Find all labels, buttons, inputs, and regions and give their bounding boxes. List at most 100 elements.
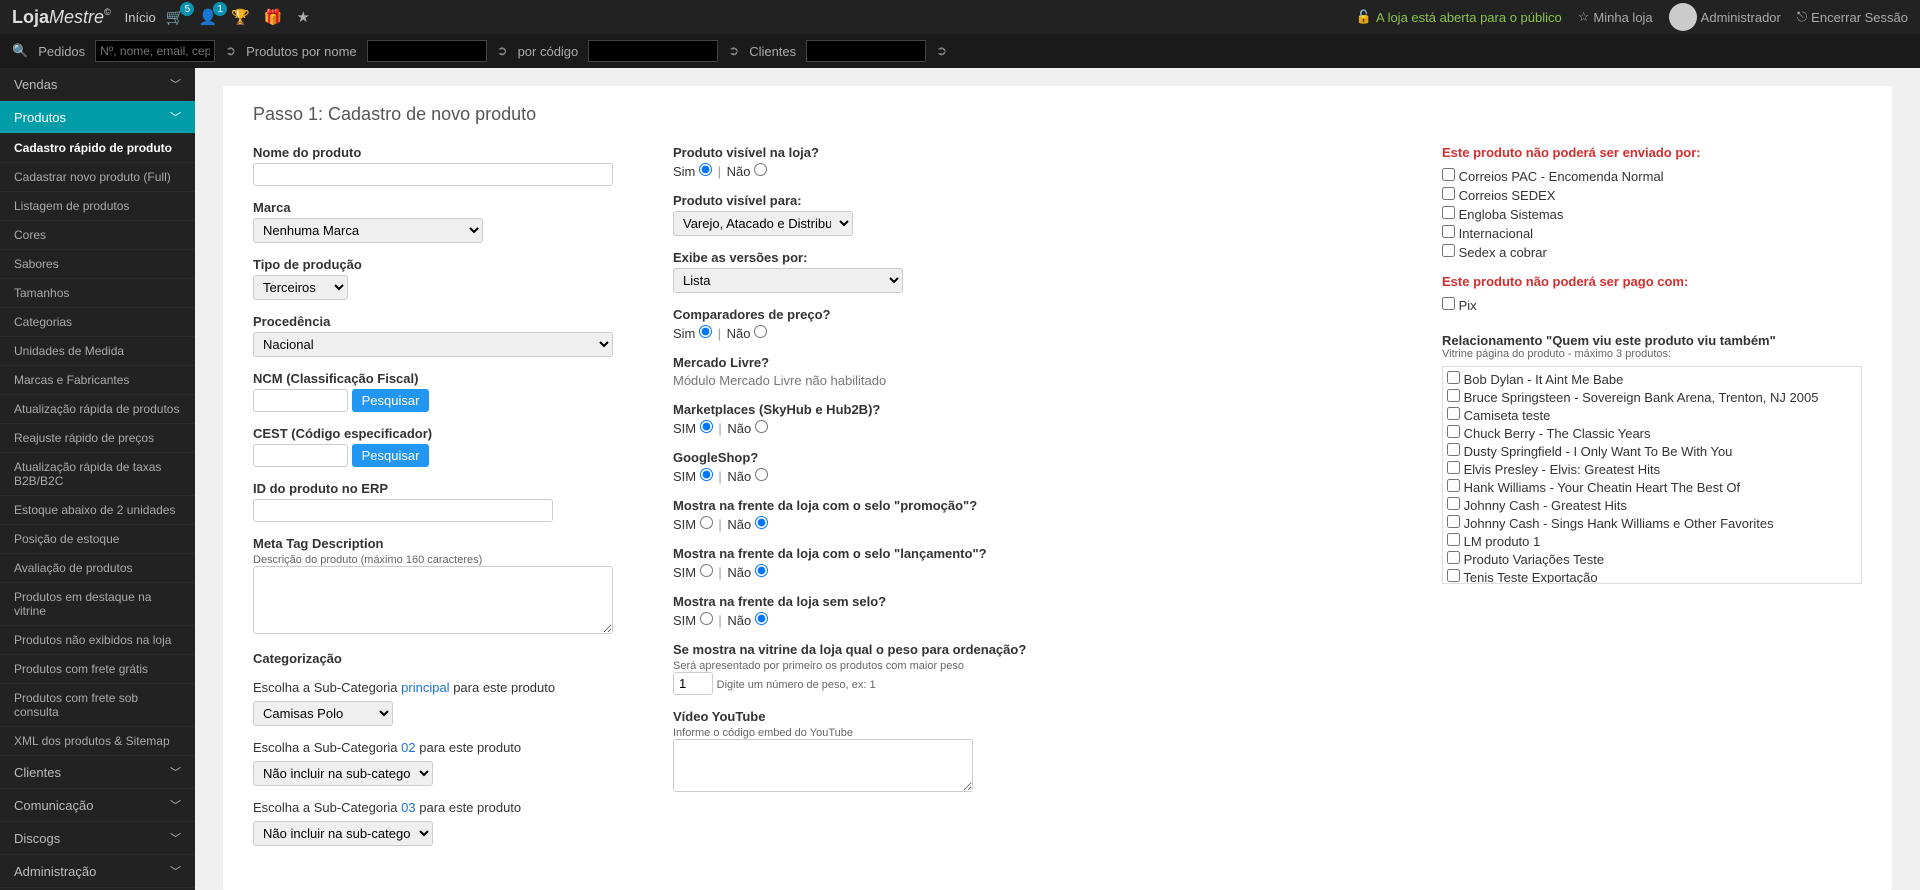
sidebar-item[interactable]: Produtos com frete grátis <box>0 655 195 684</box>
sidebar-group-clientes[interactable]: Clientes﹀ <box>0 756 195 789</box>
select-visivel-para[interactable]: Varejo, Atacado e Distribuidor <box>673 211 853 236</box>
sidebar-item[interactable]: Avaliação de produtos <box>0 554 195 583</box>
radio-mkt-sim[interactable] <box>700 420 713 433</box>
my-store-link[interactable]: ☆Minha loja <box>1578 9 1653 25</box>
admin-link[interactable]: Administrador <box>1669 3 1781 31</box>
cart-icon[interactable]: 🛒5 <box>166 8 185 26</box>
star-icon[interactable]: ★ <box>297 8 310 26</box>
sidebar-group-vendas[interactable]: Vendas﹀ <box>0 68 195 101</box>
sidebar-group-produtos[interactable]: Produtos﹀ <box>0 101 195 134</box>
link-cat-02[interactable]: 02 <box>401 740 415 755</box>
input-nome[interactable] <box>253 163 613 186</box>
sidebar-item[interactable]: Tamanhos <box>0 279 195 308</box>
sidebar-item[interactable]: Atualização rápida de taxas B2B/B2C <box>0 453 195 496</box>
link-cat-03[interactable]: 03 <box>401 800 415 815</box>
clients-input[interactable] <box>806 40 926 62</box>
radio-gs-sim[interactable] <box>700 468 713 481</box>
user-icon[interactable]: 👤1 <box>198 8 217 26</box>
chk-rel[interactable] <box>1447 461 1460 474</box>
logout-link[interactable]: ⎋Encerrar Sessão <box>1797 9 1908 25</box>
sidebar-group-administracao[interactable]: Administração﹀ <box>0 855 195 888</box>
radio-gs-nao[interactable] <box>755 468 768 481</box>
label-peso-ord: Se mostra na vitrine da loja qual o peso… <box>673 642 1382 657</box>
chk-rel[interactable] <box>1447 515 1460 528</box>
radio-semselo-sim[interactable] <box>700 612 713 625</box>
textarea-meta[interactable] <box>253 566 613 634</box>
radio-lanc-sim[interactable] <box>700 564 713 577</box>
sidebar-group-discogs[interactable]: Discogs﹀ <box>0 822 195 855</box>
sidebar-item[interactable]: Listagem de produtos <box>0 192 195 221</box>
trophy-icon[interactable]: 🏆 <box>231 8 250 26</box>
sidebar-item[interactable]: Cadastro rápido de produto <box>0 134 195 163</box>
chk-rel[interactable] <box>1447 569 1460 582</box>
select-exibe-versoes[interactable]: Lista <box>673 268 903 293</box>
sidebar-item[interactable]: Cores <box>0 221 195 250</box>
select-procedencia[interactable]: Nacional <box>253 332 613 357</box>
home-link[interactable]: Início <box>125 10 156 25</box>
products-name-go-icon[interactable]: ➲ <box>497 43 508 59</box>
radio-promo-nao[interactable] <box>755 516 768 529</box>
chk-ship[interactable] <box>1442 187 1455 200</box>
sidebar-item[interactable]: Atualização rápida de produtos <box>0 395 195 424</box>
select-marca[interactable]: Nenhuma Marca <box>253 218 483 243</box>
rel-list[interactable]: Bob Dylan - It Aint Me Babe Bruce Spring… <box>1442 366 1862 584</box>
chk-rel[interactable] <box>1447 551 1460 564</box>
input-ncm[interactable] <box>253 389 348 412</box>
radio-comp-sim[interactable] <box>699 325 712 338</box>
chk-rel[interactable] <box>1447 425 1460 438</box>
select-cat-1[interactable]: Camisas Polo <box>253 701 393 726</box>
input-cest[interactable] <box>253 444 348 467</box>
chk-rel[interactable] <box>1447 479 1460 492</box>
chk-ship[interactable] <box>1442 244 1455 257</box>
select-cat-2[interactable]: Não incluir na sub-categoria 02 <box>253 761 433 786</box>
sidebar-item[interactable]: Estoque abaixo de 2 unidades <box>0 496 195 525</box>
sidebar-item[interactable]: Reajuste rápido de preços <box>0 424 195 453</box>
select-cat-3[interactable]: Não incluir na sub-categoria 03 <box>253 821 433 846</box>
sidebar-item[interactable]: Unidades de Medida <box>0 337 195 366</box>
radio-lanc-nao[interactable] <box>755 564 768 577</box>
sidebar-item[interactable]: Categorias <box>0 308 195 337</box>
radio-visivel-nao[interactable] <box>754 163 767 176</box>
store-open-link[interactable]: 🔓A loja está aberta para o público <box>1356 9 1562 25</box>
chk-ship[interactable] <box>1442 168 1455 181</box>
link-cat-principal[interactable]: principal <box>401 680 449 695</box>
chk-rel[interactable] <box>1447 389 1460 402</box>
chk-rel[interactable] <box>1447 371 1460 384</box>
chk-rel[interactable] <box>1447 407 1460 420</box>
chk-ship[interactable] <box>1442 206 1455 219</box>
textarea-video[interactable] <box>673 739 973 792</box>
sidebar-item[interactable]: Marcas e Fabricantes <box>0 366 195 395</box>
sidebar-item[interactable]: Produtos com frete sob consulta <box>0 684 195 727</box>
sidebar-item[interactable]: Produtos em destaque na vitrine <box>0 583 195 626</box>
radio-comp-nao[interactable] <box>754 325 767 338</box>
orders-go-icon[interactable]: ➲ <box>225 43 236 59</box>
sidebar-group-comunicacao[interactable]: Comunicação﹀ <box>0 789 195 822</box>
sidebar-item[interactable]: Cadastrar novo produto (Full) <box>0 163 195 192</box>
sidebar-item[interactable]: XML dos produtos & Sitemap <box>0 727 195 756</box>
by-code-input[interactable] <box>588 40 718 62</box>
label-exibe-versoes: Exibe as versões por: <box>673 250 1382 265</box>
chk-ship[interactable] <box>1442 225 1455 238</box>
products-name-input[interactable] <box>367 40 487 62</box>
select-tipo-producao[interactable]: Terceiros <box>253 275 348 300</box>
chk-rel[interactable] <box>1447 533 1460 546</box>
input-peso[interactable] <box>673 672 713 695</box>
chk-pay[interactable] <box>1442 297 1455 310</box>
by-code-go-icon[interactable]: ➲ <box>728 43 739 59</box>
radio-mkt-nao[interactable] <box>755 420 768 433</box>
btn-pesquisar-ncm[interactable]: Pesquisar <box>352 389 430 412</box>
input-erp[interactable] <box>253 499 553 522</box>
chk-rel[interactable] <box>1447 497 1460 510</box>
sidebar-item[interactable]: Produtos não exibidos na loja <box>0 626 195 655</box>
chk-rel[interactable] <box>1447 443 1460 456</box>
radio-semselo-nao[interactable] <box>755 612 768 625</box>
btn-pesquisar-cest[interactable]: Pesquisar <box>352 444 430 467</box>
orders-input[interactable] <box>95 40 215 62</box>
sidebar-item[interactable]: Sabores <box>0 250 195 279</box>
radio-promo-sim[interactable] <box>700 516 713 529</box>
clients-go-icon[interactable]: ➲ <box>936 43 947 59</box>
gift-icon[interactable]: 🎁 <box>264 8 283 26</box>
radio-visivel-sim[interactable] <box>699 163 712 176</box>
logo[interactable]: LojaMestre© <box>12 7 111 28</box>
sidebar-item[interactable]: Posição de estoque <box>0 525 195 554</box>
